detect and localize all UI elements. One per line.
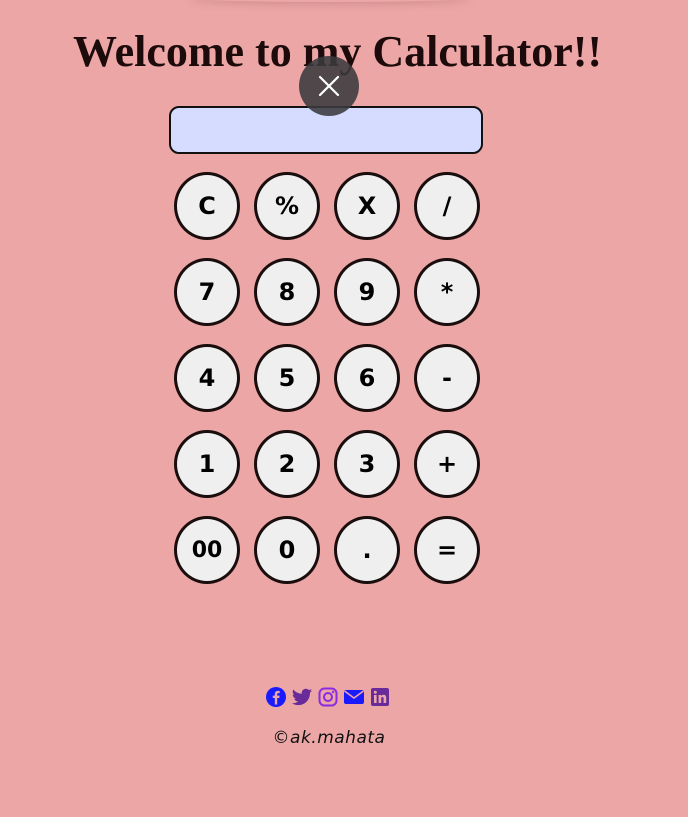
linkedin-icon xyxy=(371,688,389,706)
instagram-link[interactable] xyxy=(317,686,339,708)
key-add-button[interactable]: + xyxy=(414,430,480,498)
email-link[interactable] xyxy=(343,686,365,708)
key-2-button[interactable]: 2 xyxy=(254,430,320,498)
key-subtract-button[interactable]: - xyxy=(414,344,480,412)
twitter-link[interactable] xyxy=(291,686,313,708)
copyright-text: ©ak.mahata xyxy=(272,728,386,748)
key-6-button[interactable]: 6 xyxy=(334,344,400,412)
key-5-button[interactable]: 5 xyxy=(254,344,320,412)
key-1-button[interactable]: 1 xyxy=(174,430,240,498)
top-bar-shadow xyxy=(190,0,470,2)
linkedin-link[interactable] xyxy=(369,686,391,708)
email-icon xyxy=(344,690,364,704)
key-9-button[interactable]: 9 xyxy=(334,258,400,326)
keypad: C % X / 7 8 9 * 4 5 6 - 1 2 3 + 00 0 . = xyxy=(174,172,484,584)
instagram-icon xyxy=(318,687,338,707)
key-divide-button[interactable]: / xyxy=(414,172,480,240)
key-0-button[interactable]: 0 xyxy=(254,516,320,584)
key-double-zero-button[interactable]: 00 xyxy=(174,516,240,584)
close-button[interactable] xyxy=(299,56,359,116)
key-clear-button[interactable]: C xyxy=(174,172,240,240)
key-4-button[interactable]: 4 xyxy=(174,344,240,412)
key-8-button[interactable]: 8 xyxy=(254,258,320,326)
key-3-button[interactable]: 3 xyxy=(334,430,400,498)
facebook-icon xyxy=(266,687,286,707)
twitter-icon xyxy=(291,688,313,706)
key-equals-button[interactable]: = xyxy=(414,516,480,584)
social-links xyxy=(265,686,391,708)
facebook-link[interactable] xyxy=(265,686,287,708)
key-multiply-button[interactable]: * xyxy=(414,258,480,326)
key-backspace-button[interactable]: X xyxy=(334,172,400,240)
key-decimal-button[interactable]: . xyxy=(334,516,400,584)
key-percent-button[interactable]: % xyxy=(254,172,320,240)
key-7-button[interactable]: 7 xyxy=(174,258,240,326)
close-icon xyxy=(318,75,340,97)
